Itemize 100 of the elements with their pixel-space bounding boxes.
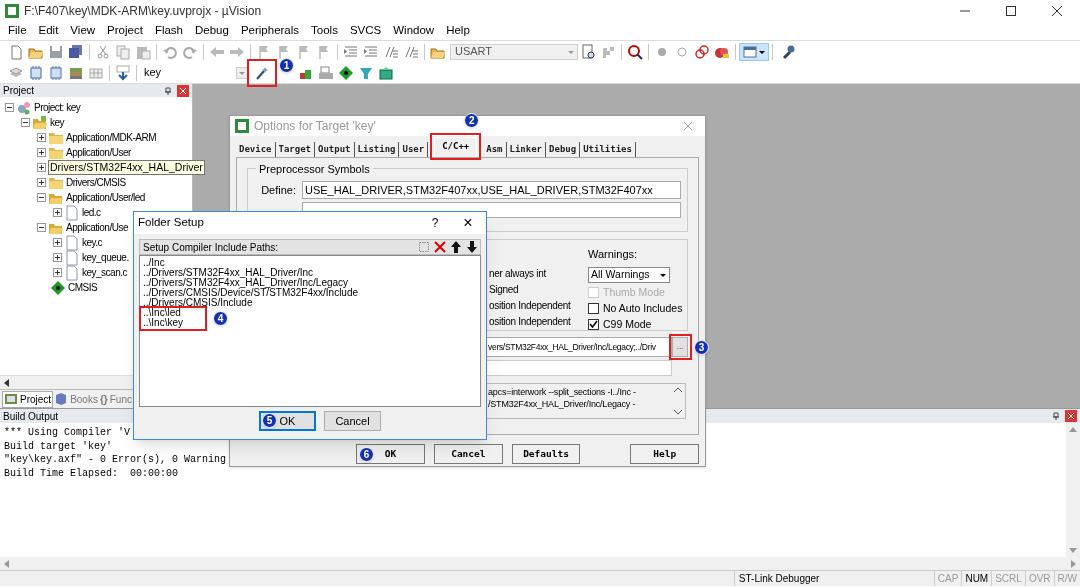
tree-item[interactable]: Application/Use <box>66 220 128 235</box>
chip-icon[interactable] <box>28 64 44 81</box>
tab[interactable]: User <box>399 142 429 157</box>
menu-item[interactable]: Peripherals <box>234 22 306 40</box>
help-button[interactable]: ? <box>420 214 450 232</box>
tab[interactable]: Linker <box>506 142 547 157</box>
app-logo-icon <box>4 3 20 19</box>
checkbox[interactable] <box>588 319 599 330</box>
menu-item[interactable]: SVCS <box>343 22 388 40</box>
menu-item[interactable]: Project <box>101 22 149 40</box>
panel-tab[interactable]: Books <box>53 390 99 408</box>
menu-item[interactable]: Tools <box>305 22 344 40</box>
browse-button[interactable]: ... <box>672 337 688 357</box>
new-item-icon[interactable] <box>416 240 432 254</box>
save-all-icon[interactable] <box>68 43 84 60</box>
panel-tab[interactable]: {} Func <box>98 390 133 408</box>
tab[interactable]: Asm <box>483 142 507 157</box>
dialog-button[interactable]: Defaults <box>511 444 581 464</box>
window-layout-button[interactable] <box>739 42 769 61</box>
window-title: F:\F407\key\MDK-ARM\key.uvprojx - µVision <box>24 3 262 20</box>
scroll-down-icon[interactable] <box>673 408 683 416</box>
tab[interactable]: Listing <box>354 142 400 157</box>
tree-item[interactable]: key.c <box>82 235 103 250</box>
expand-icon[interactable] <box>37 148 46 157</box>
file-combo[interactable]: USART <box>450 43 578 60</box>
collapse-icon[interactable] <box>37 193 46 202</box>
tab[interactable]: Device <box>236 142 276 157</box>
list-item[interactable]: ../Inc <box>143 258 165 268</box>
menu-item[interactable]: Help <box>440 22 476 40</box>
scroll-left-icon[interactable] <box>2 377 12 388</box>
save-icon[interactable] <box>48 43 64 60</box>
expand-icon[interactable] <box>53 253 62 262</box>
list-item[interactable]: ../Drivers/STM32F4xx_HAL_Driver/Inc <box>143 268 314 278</box>
diamond-icon[interactable] <box>338 64 354 81</box>
list-item[interactable]: ../Drivers/CMSIS/Include <box>143 298 253 308</box>
menu-item[interactable]: Window <box>387 22 441 40</box>
tree-item[interactable]: Application/User/led <box>66 190 145 205</box>
expand-icon[interactable] <box>53 268 62 277</box>
menu-item[interactable]: Edit <box>32 22 65 40</box>
tooltip: Drivers/STM32F4xx_HAL_Driver <box>48 160 205 175</box>
expand-icon[interactable] <box>37 163 46 172</box>
tab[interactable]: C/C++ <box>434 137 478 157</box>
tab[interactable]: Output <box>315 142 355 157</box>
tree-item[interactable]: Drivers/CMSIS <box>66 175 126 190</box>
list-item[interactable]: ..\Inc\key <box>143 318 183 328</box>
tree-item[interactable]: key_queue. <box>82 250 129 265</box>
collapse-icon[interactable] <box>21 118 30 127</box>
horizontal-scrollbar[interactable] <box>0 557 1080 570</box>
panel-tab[interactable]: Project <box>2 390 54 408</box>
tree-item[interactable]: led.c <box>82 205 101 220</box>
move-down-icon[interactable] <box>464 240 480 254</box>
status-indicator: CAP <box>933 571 962 586</box>
expand-icon[interactable] <box>53 238 62 247</box>
scroll-right-icon[interactable] <box>1068 558 1078 569</box>
menu-item[interactable]: Flash <box>148 22 189 40</box>
pin-icon[interactable] <box>163 85 173 96</box>
target-combo[interactable]: key <box>140 64 248 81</box>
list-item[interactable]: ../Drivers/CMSIS/Device/ST/STM32F4xx/Include <box>143 288 359 298</box>
find-file-icon[interactable] <box>580 43 596 60</box>
pin-icon[interactable] <box>1051 411 1061 421</box>
tree-item[interactable]: Project: key <box>34 100 81 115</box>
dialog-button[interactable]: Cancel <box>324 411 381 431</box>
expand-icon[interactable] <box>37 133 46 142</box>
load-icon[interactable] <box>115 64 131 81</box>
new-file-icon[interactable] <box>8 43 24 60</box>
move-up-icon[interactable] <box>448 240 464 254</box>
collapse-icon[interactable] <box>5 103 14 112</box>
package-icon[interactable] <box>378 64 394 81</box>
linked-circles-icon[interactable] <box>694 43 710 60</box>
list-item[interactable]: ..\Inc\led <box>143 308 181 318</box>
expand-icon[interactable] <box>37 178 46 187</box>
menu-item[interactable]: File <box>2 22 33 40</box>
checkbox-label: C99 Mode <box>603 316 652 332</box>
close-button[interactable]: × <box>450 211 486 235</box>
tree-item[interactable]: Application/User <box>66 145 131 160</box>
menu-item[interactable]: View <box>64 22 102 40</box>
input-field[interactable]: USE_HAL_DRIVER,STM32F407xx,USE_HAL_DRIVER,STM32F407xx <box>302 181 681 199</box>
debug-search-icon[interactable] <box>627 43 643 60</box>
indent-icon[interactable] <box>363 43 379 60</box>
control-string-line: apcs=interwork --split_sections -I../Inc - <box>488 386 636 398</box>
tree-item[interactable]: key <box>50 115 65 130</box>
tree-item[interactable]: Application/MDK-ARM <box>66 130 156 145</box>
warnings-dropdown[interactable]: All Warnings <box>588 266 670 283</box>
tab[interactable]: Utilities <box>580 142 636 157</box>
list-item[interactable]: ../Drivers/STM32F4xx_HAL_Driver/Inc/Legacy <box>143 278 349 288</box>
scroll-up-icon[interactable] <box>673 386 683 394</box>
tree-item[interactable]: CMSIS <box>68 280 98 295</box>
expand-icon[interactable] <box>53 208 62 217</box>
tree-item[interactable]: key_scan.c <box>82 265 128 280</box>
collapse-icon[interactable] <box>37 223 46 232</box>
tab[interactable]: Target <box>275 142 316 157</box>
dialog-button[interactable]: Help <box>630 444 699 464</box>
checkbox[interactable] <box>588 303 599 314</box>
menu-item[interactable]: Debug <box>189 22 235 40</box>
file-icon <box>64 264 80 281</box>
delete-icon[interactable] <box>432 240 448 254</box>
dialog-button[interactable]: Cancel <box>434 444 503 464</box>
wrench-icon[interactable] <box>780 43 796 60</box>
chip-icon[interactable] <box>48 64 64 81</box>
tab[interactable]: Debug <box>546 142 581 157</box>
